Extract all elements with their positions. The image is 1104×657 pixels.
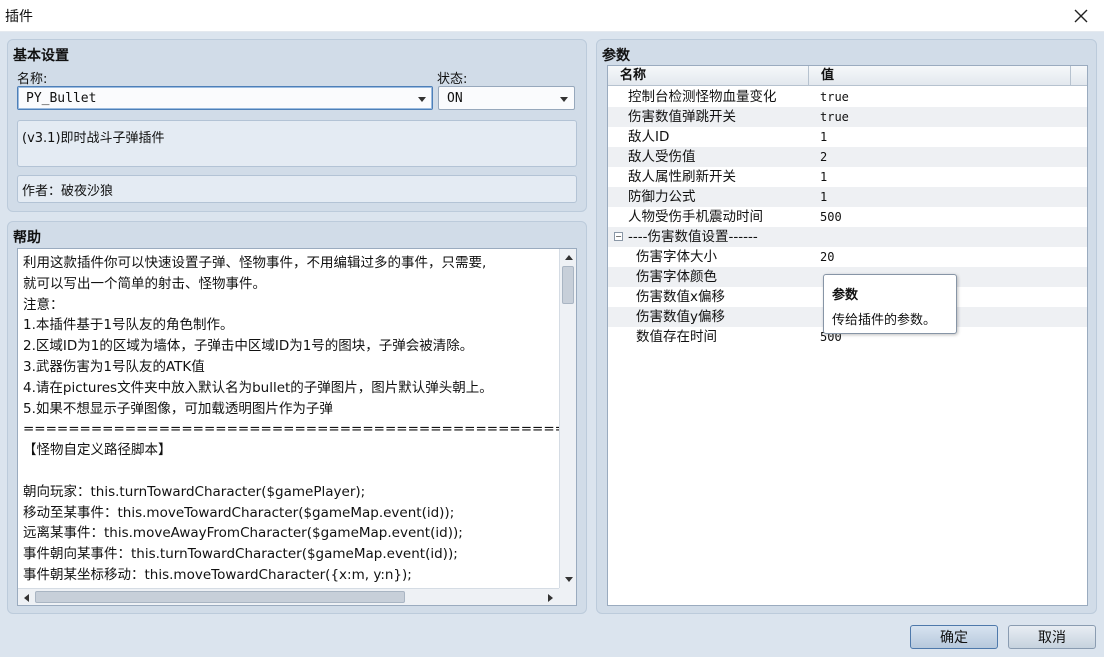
- help-text: 利用这款插件你可以快速设置子弹、怪物事件，不用编辑过多的事件，只需要, 就可以写出…: [23, 253, 576, 586]
- cancel-button[interactable]: 取消: [1008, 625, 1096, 649]
- chevron-down-icon: [418, 97, 426, 102]
- collapse-toggle-icon[interactable]: −: [614, 232, 623, 241]
- basic-settings-header: 基本设置: [13, 48, 69, 64]
- parameter-value: true: [820, 90, 849, 104]
- help-line: 【怪物自定义路径脚本】: [23, 442, 172, 459]
- help-line: 朝向玩家：this.turnTowardCharacter($gamePlaye…: [23, 483, 366, 500]
- help-line: 利用这款插件你可以快速设置子弹、怪物事件，不用编辑过多的事件，只需要,: [23, 255, 487, 271]
- parameters-table[interactable]: 名称 值 控制台检测怪物血量变化 true 伤害数值弹跳开关 true 敌人ID 1 敌人受…: [607, 65, 1088, 606]
- help-line: 就可以写出一个简单的射击、怪物事件。: [23, 275, 266, 292]
- horizontal-scroll-thumb[interactable]: [35, 591, 405, 603]
- help-line: 远离某事件：this.moveAwayFromCharacter($gameMa…: [23, 525, 463, 542]
- parameter-value: 1: [820, 190, 828, 204]
- tooltip-text: 传给插件的参数。: [832, 313, 937, 328]
- column-header-name[interactable]: 名称: [608, 66, 809, 86]
- parameter-name: 伤害字体颜色: [636, 269, 717, 285]
- parameter-name: 伤害数值y偏移: [636, 309, 725, 325]
- parameter-name: 控制台检测怪物血量变化: [628, 89, 777, 105]
- title-bar: 插件: [0, 0, 1104, 32]
- scroll-left-icon[interactable]: [18, 589, 35, 605]
- parameter-row[interactable]: 人物受伤手机震动时间 500: [608, 207, 1087, 227]
- parameter-name: 伤害数值弹跳开关: [628, 109, 736, 125]
- scroll-up-icon[interactable]: [560, 249, 576, 266]
- scroll-corner: [559, 588, 576, 605]
- help-line: [23, 461, 559, 482]
- parameter-row[interactable]: 伤害数值弹跳开关 true: [608, 107, 1087, 127]
- parameters-header: 参数: [602, 48, 630, 64]
- plugin-name-value: PY_Bullet: [26, 90, 97, 106]
- help-header: 帮助: [13, 230, 41, 246]
- parameter-name: 伤害字体大小: [636, 249, 717, 265]
- help-line: 2.区域ID为1的区域为墙体，子弹击中区域ID为1号的图块，子弹会被清除。: [23, 338, 474, 355]
- parameter-row[interactable]: 伤害字体大小 20: [608, 247, 1087, 267]
- help-line: 4.请在pictures文件夹中放入默认名为bullet的子弹图片，图片默认弹头…: [23, 379, 493, 396]
- name-label: 名称:: [17, 72, 48, 87]
- parameter-row[interactable]: 防御力公式 1: [608, 187, 1087, 207]
- author-box: 作者：破夜沙狼: [17, 175, 577, 203]
- parameter-value: 1: [820, 130, 828, 144]
- status-value: ON: [447, 90, 463, 106]
- help-line: 事件朝某坐标移动：this.moveTowardCharacter({x:m, …: [23, 566, 412, 583]
- parameter-name: 人物受伤手机震动时间: [628, 209, 763, 225]
- close-icon[interactable]: [1068, 3, 1094, 29]
- basic-settings-panel: 基本设置 名称: PY_Bullet 状态: ON (v3.1)即时战斗子弹插件…: [7, 39, 587, 212]
- parameter-value: 2: [820, 150, 828, 164]
- parameter-value: 500: [820, 210, 842, 224]
- help-panel: 帮助 利用这款插件你可以快速设置子弹、怪物事件，不用编辑过多的事件，只需要, 就可…: [7, 221, 587, 614]
- plugin-name-select[interactable]: PY_Bullet: [17, 86, 433, 110]
- status-label: 状态:: [437, 72, 468, 87]
- parameter-name: 敌人ID: [628, 129, 670, 145]
- parameter-value: 20: [820, 250, 835, 264]
- author-text: 作者：破夜沙狼: [22, 184, 114, 199]
- parameter-row[interactable]: 敌人受伤值 2: [608, 147, 1087, 167]
- scroll-down-icon[interactable]: [560, 571, 576, 588]
- help-line: 移动至某事件：this.moveTowardCharacter($gameMap…: [23, 504, 455, 521]
- scroll-right-icon[interactable]: [542, 589, 559, 605]
- parameters-panel: 参数 名称 值 控制台检测怪物血量变化 true 伤害数值弹跳开关 true 敌人ID 1…: [596, 39, 1097, 614]
- parameter-name: 数值存在时间: [636, 329, 717, 345]
- parameter-row[interactable]: 控制台检测怪物血量变化 true: [608, 87, 1087, 107]
- tooltip-title: 参数: [832, 288, 859, 303]
- parameter-row[interactable]: 敌人ID 1: [608, 127, 1087, 147]
- parameter-tooltip: 参数 传给插件的参数。: [823, 274, 957, 334]
- parameter-value: 1: [820, 170, 828, 184]
- column-header-value[interactable]: 值: [809, 66, 1071, 86]
- help-line: ========================================…: [23, 421, 576, 438]
- help-line: 注意：: [23, 296, 64, 313]
- parameter-row[interactable]: − ----伤害数值设置------: [608, 227, 1087, 247]
- vertical-scroll-thumb[interactable]: [562, 266, 574, 304]
- parameter-name: 伤害数值x偏移: [636, 289, 725, 305]
- parameter-row[interactable]: 敌人属性刷新开关 1: [608, 167, 1087, 187]
- help-line: 事件朝向某事件：this.turnTowardCharacter($gameMa…: [23, 546, 458, 563]
- chevron-down-icon: [560, 97, 568, 102]
- description-box: (v3.1)即时战斗子弹插件: [17, 120, 577, 167]
- description-text: (v3.1)即时战斗子弹插件: [22, 131, 165, 146]
- help-vertical-scrollbar[interactable]: [559, 249, 576, 588]
- parameter-name: 敌人属性刷新开关: [628, 169, 736, 185]
- parameter-value: true: [820, 110, 849, 124]
- parameter-name: 防御力公式: [628, 189, 696, 205]
- ok-button[interactable]: 确定: [910, 625, 998, 649]
- help-line: 1.本插件基于1号队友的角色制作。: [23, 317, 234, 334]
- help-horizontal-scrollbar[interactable]: [18, 588, 559, 605]
- window-title: 插件: [5, 9, 33, 25]
- status-select[interactable]: ON: [438, 86, 575, 110]
- table-header: 名称 值: [608, 66, 1087, 86]
- help-line: 5.如果不想显示子弹图像，可加载透明图片作为子弹: [23, 400, 333, 417]
- parameter-name: ----伤害数值设置------: [628, 229, 758, 245]
- parameter-name: 敌人受伤值: [628, 149, 696, 165]
- help-textarea[interactable]: 利用这款插件你可以快速设置子弹、怪物事件，不用编辑过多的事件，只需要, 就可以写出…: [17, 248, 577, 606]
- help-line: 3.武器伤害为1号队友的ATK值: [23, 358, 205, 375]
